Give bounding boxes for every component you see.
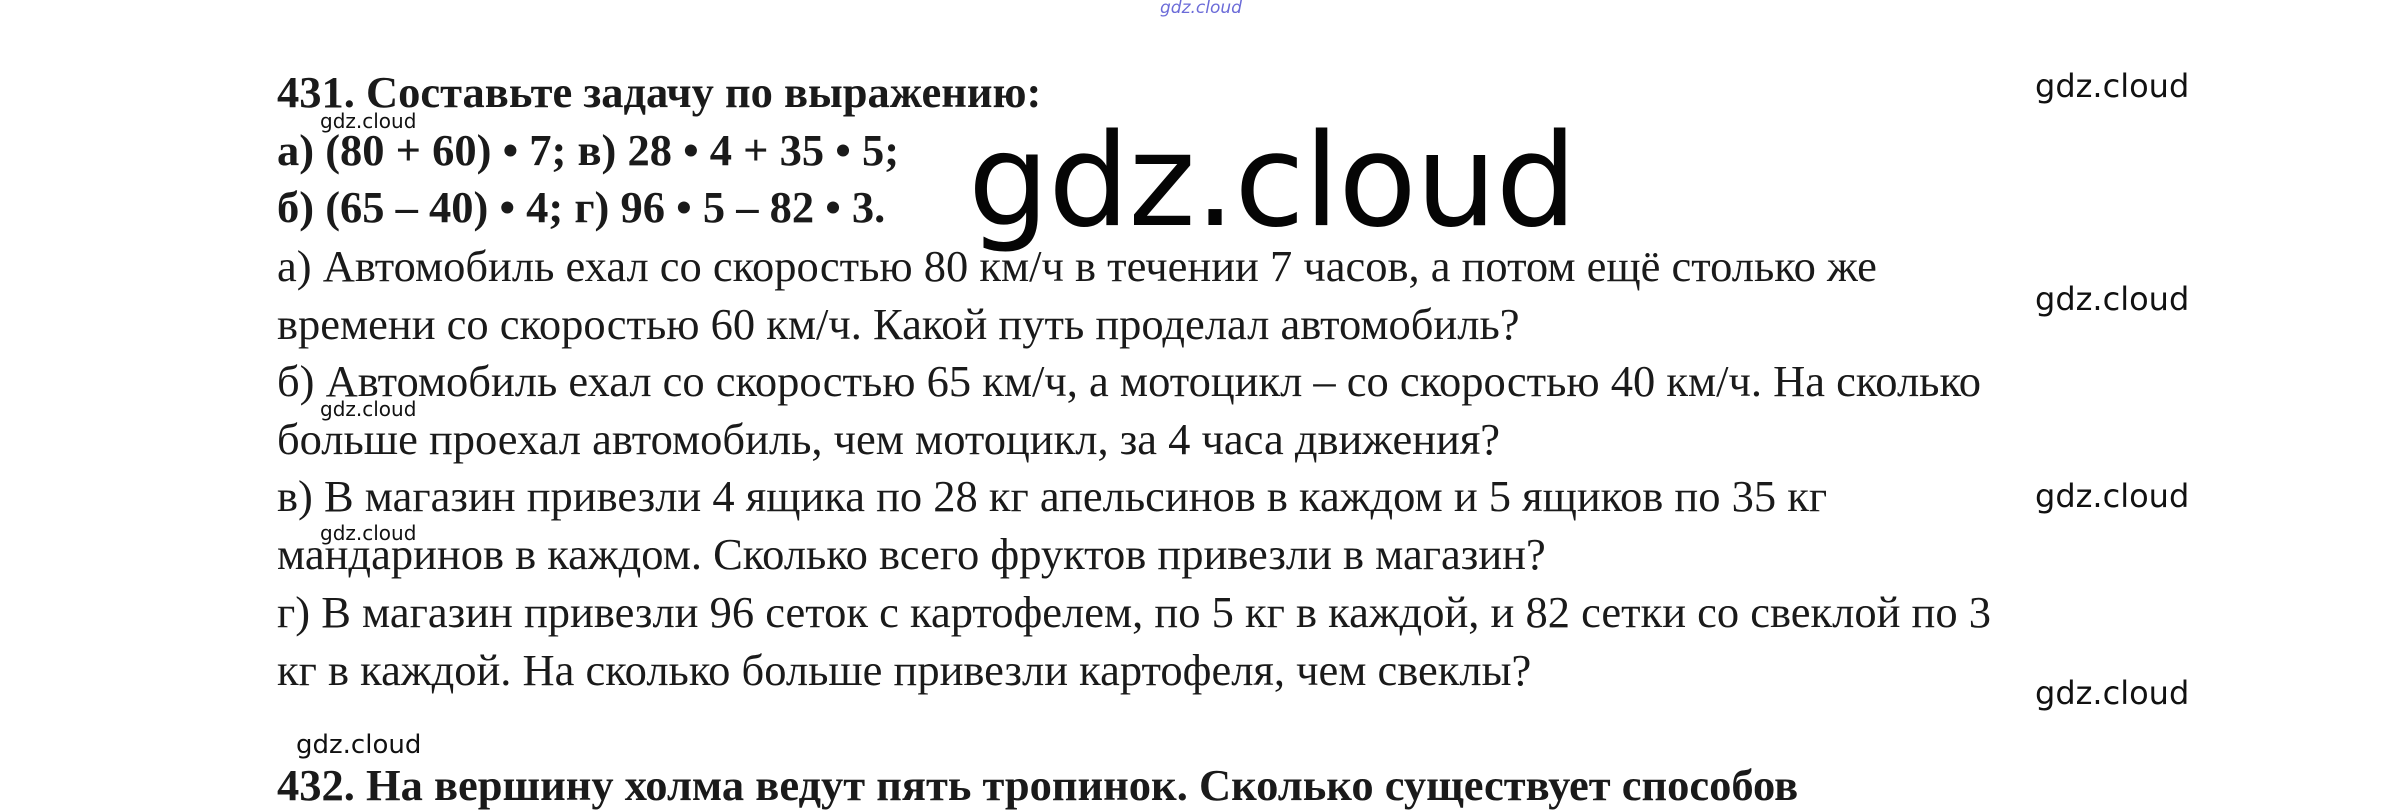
watermark-right-4: gdz.cloud xyxy=(2035,674,2190,712)
task-432-title: 432. На вершину холма ведут пять тропино… xyxy=(277,760,1799,810)
watermark-top: gdz.cloud xyxy=(1160,0,1242,18)
task-431-answer-v-line-2: мандаринов в каждом. Сколько всего фрукт… xyxy=(277,529,1546,579)
task-431-answer-b-line-1: б) Автомобиль ехал со скоростью 65 км/ч,… xyxy=(277,356,1982,406)
task-431-title: 431. Составьте задачу по выражению: xyxy=(277,67,1042,117)
task-431-answer-v-line-1: в) В магазин привезли 4 ящика по 28 кг а… xyxy=(277,471,1828,521)
watermark-small-3: gdz.cloud xyxy=(320,521,417,545)
task-431-expressions-line-1: а) (80 + 60) • 7; в) 28 • 4 + 35 • 5; xyxy=(277,125,900,175)
task-431-answer-g-line-1: г) В магазин привезли 96 сеток с картофе… xyxy=(277,587,1991,637)
watermark-small-1: gdz.cloud xyxy=(320,109,417,133)
watermark-right-3: gdz.cloud xyxy=(2035,477,2190,515)
task-431-answer-g-line-2: кг в каждой. На сколько больше привезли … xyxy=(277,645,1532,695)
watermark-right-1: gdz.cloud xyxy=(2035,67,2190,105)
watermark-small-2: gdz.cloud xyxy=(320,397,417,421)
textbook-page: 431. Составьте задачу по выражению: а) (… xyxy=(0,0,2397,807)
task-431-expressions-line-2: б) (65 – 40) • 4; г) 96 • 5 – 82 • 3. xyxy=(277,182,886,232)
watermark-bottom-left: gdz.cloud xyxy=(296,730,422,760)
task-431-answer-b-line-2: больше проехал автомобиль, чем мотоцикл,… xyxy=(277,414,1501,464)
watermark-large: gdz.cloud xyxy=(968,107,1577,256)
watermark-right-2: gdz.cloud xyxy=(2035,280,2190,318)
task-431-answer-a-line-2: времени со скоростью 60 км/ч. Какой путь… xyxy=(277,299,1520,349)
